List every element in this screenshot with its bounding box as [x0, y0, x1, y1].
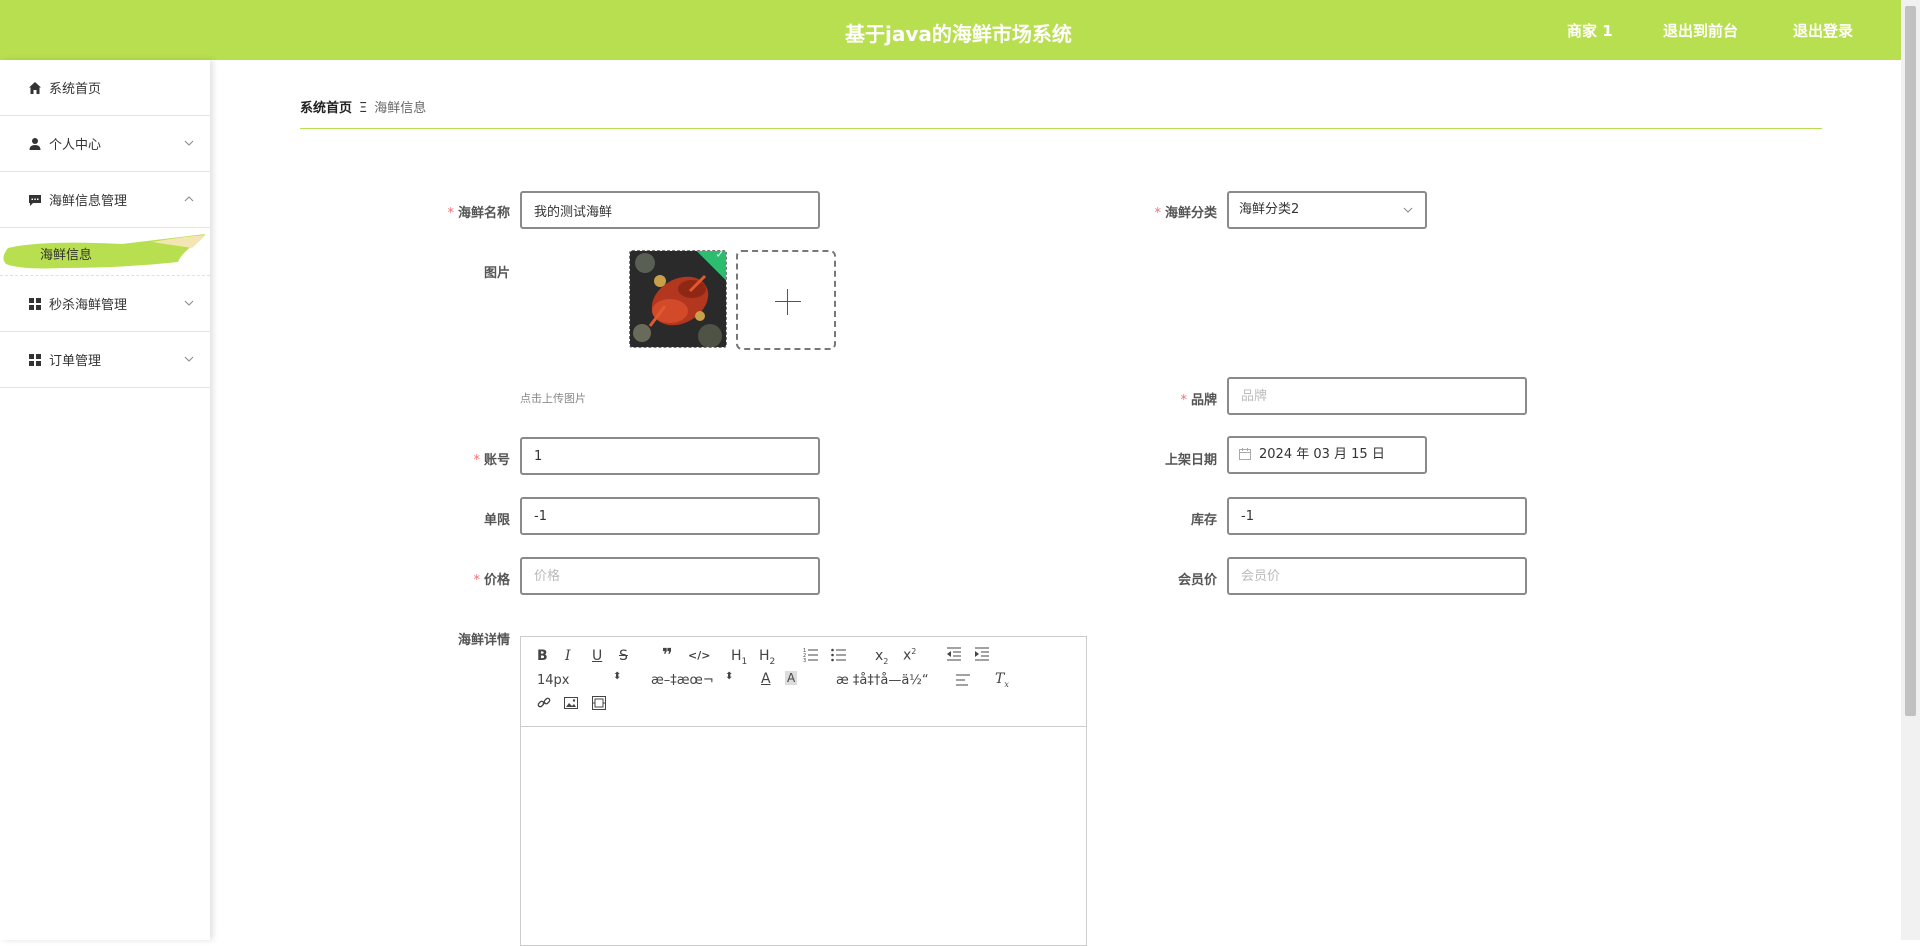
limit-input[interactable]: [520, 497, 820, 535]
plus-icon-vertical: [787, 289, 788, 315]
sidebar-item-personal-center[interactable]: 个人中心: [0, 116, 210, 172]
text-color-button[interactable]: A: [761, 671, 771, 687]
name-label: * 海鲜名称: [447, 206, 510, 221]
message-icon: [28, 193, 42, 207]
video-insert-icon[interactable]: [592, 696, 606, 714]
listing-date-picker[interactable]: 2024 年 03 月 15 日: [1227, 436, 1427, 474]
svg-text:3: 3: [803, 658, 806, 662]
price-label: * 价格: [473, 573, 510, 588]
brand-input[interactable]: [1227, 377, 1527, 415]
top-header: 基于java的海鲜市场系统 商家 1 退出到前台 退出登录: [0, 0, 1901, 60]
member-price-input[interactable]: [1227, 557, 1527, 595]
image-upload-button[interactable]: [736, 250, 836, 350]
breadcrumb-separator: Ξ: [359, 101, 368, 116]
image-insert-icon[interactable]: [564, 696, 578, 714]
category-label: * 海鲜分类: [1154, 206, 1217, 221]
font-family-select-arrows: ⬍: [725, 671, 734, 682]
sidebar-item-label: 订单管理: [49, 354, 102, 369]
sidebar-item-label: 个人中心: [49, 138, 102, 153]
heading2-button[interactable]: H2: [759, 648, 775, 667]
header-font-select[interactable]: æ ‡å‡†å­—ä½“: [836, 673, 929, 688]
date-value: 2024 年 03 月 15 日: [1259, 447, 1385, 462]
sidebar-item-home[interactable]: 系统首页: [0, 60, 210, 116]
breadcrumb-divider: [300, 128, 1822, 129]
background-color-button[interactable]: A: [785, 671, 798, 685]
limit-label: 单限: [483, 513, 510, 528]
chevron-down-icon: [184, 140, 194, 146]
sidebar-item-flash-sale-management[interactable]: 秒杀海鲜管理: [0, 276, 210, 332]
detail-label: 海鲜详情: [457, 633, 510, 648]
strikethrough-button[interactable]: S: [619, 648, 628, 664]
account-label: * 账号: [473, 453, 510, 468]
exit-to-frontend-link[interactable]: 退出到前台: [1663, 20, 1738, 41]
chevron-down-icon: [184, 356, 194, 362]
underline-button[interactable]: U: [592, 648, 602, 664]
member-price-label: 会员价: [1177, 573, 1217, 588]
plus-icon: [775, 301, 801, 302]
font-size-select[interactable]: 14px: [537, 673, 570, 688]
stock-input[interactable]: [1227, 497, 1527, 535]
editor-toolbar: B I U S ❞ </> H1 H2 123 x2 x2 14px ⬍ æ–‡…: [521, 637, 1086, 727]
outdent-icon[interactable]: [946, 646, 962, 666]
link-icon[interactable]: [537, 696, 551, 714]
logout-link[interactable]: 退出登录: [1793, 20, 1853, 41]
breadcrumb: 系统首页 Ξ 海鲜信息: [300, 97, 426, 116]
category-select[interactable]: 海鲜分类2: [1227, 191, 1427, 229]
upload-hint-text: 点击上传图片: [520, 392, 586, 405]
heading1-button[interactable]: H1: [731, 648, 747, 667]
sidebar-subitem-seafood-info[interactable]: 海鲜信息: [0, 228, 210, 276]
brand-label: * 品牌: [1180, 393, 1217, 408]
rich-text-editor: B I U S ❞ </> H1 H2 123 x2 x2 14px ⬍ æ–‡…: [520, 636, 1087, 946]
superscript-button[interactable]: x2: [903, 647, 916, 664]
chevron-up-icon: [184, 196, 194, 202]
system-title: 基于java的海鲜市场系统: [845, 22, 1072, 46]
blockquote-button[interactable]: ❞: [662, 645, 673, 666]
stock-label: 库存: [1190, 513, 1217, 528]
chevron-down-icon: [1403, 207, 1413, 213]
breadcrumb-current: 海鲜信息: [374, 101, 427, 116]
font-size-select-arrows: ⬍: [613, 671, 622, 682]
seafood-name-input[interactable]: [520, 191, 820, 229]
uploaded-image-thumbnail[interactable]: [629, 250, 727, 348]
sidebar-item-label: 系统首页: [49, 82, 102, 97]
sidebar-subitem-label: 海鲜信息: [40, 248, 93, 263]
align-icon[interactable]: [955, 672, 971, 692]
home-icon: [28, 81, 42, 95]
category-select-value: 海鲜分类2: [1239, 202, 1300, 217]
clear-format-button[interactable]: Tx: [995, 671, 1009, 689]
bold-button[interactable]: B: [537, 648, 548, 664]
breadcrumb-home[interactable]: 系统首页: [300, 101, 352, 116]
indent-icon[interactable]: [974, 646, 990, 666]
subscript-button[interactable]: x2: [875, 648, 888, 666]
user-icon: [28, 137, 42, 151]
italic-button[interactable]: I: [565, 648, 571, 664]
image-label: 图片: [483, 266, 510, 281]
calendar-icon: [1239, 448, 1251, 460]
ordered-list-icon[interactable]: 123: [803, 646, 819, 666]
account-input[interactable]: [520, 437, 820, 475]
code-block-button[interactable]: </>: [688, 649, 710, 662]
user-name-link[interactable]: 商家 1: [1567, 20, 1613, 41]
font-family-select[interactable]: æ–‡æœ¬: [651, 673, 714, 688]
sidebar-item-seafood-management[interactable]: 海鲜信息管理: [0, 172, 210, 228]
price-input[interactable]: [520, 557, 820, 595]
grid-icon: [28, 353, 42, 367]
bullet-list-icon[interactable]: [831, 646, 847, 666]
sidebar-item-order-management[interactable]: 订单管理: [0, 332, 210, 388]
sidebar: 系统首页 个人中心 海鲜信息管理 海鲜信息 秒杀海鲜管理 订单管理: [0, 60, 210, 940]
active-brush-highlight: [3, 234, 206, 269]
page-scrollbar-thumb[interactable]: [1905, 6, 1916, 716]
sidebar-item-label: 秒杀海鲜管理: [49, 298, 128, 313]
editor-content-area[interactable]: [521, 727, 1086, 945]
date-label: 上架日期: [1164, 453, 1217, 468]
grid-icon: [28, 297, 42, 311]
sidebar-item-label: 海鲜信息管理: [49, 194, 128, 209]
chevron-down-icon: [184, 300, 194, 306]
